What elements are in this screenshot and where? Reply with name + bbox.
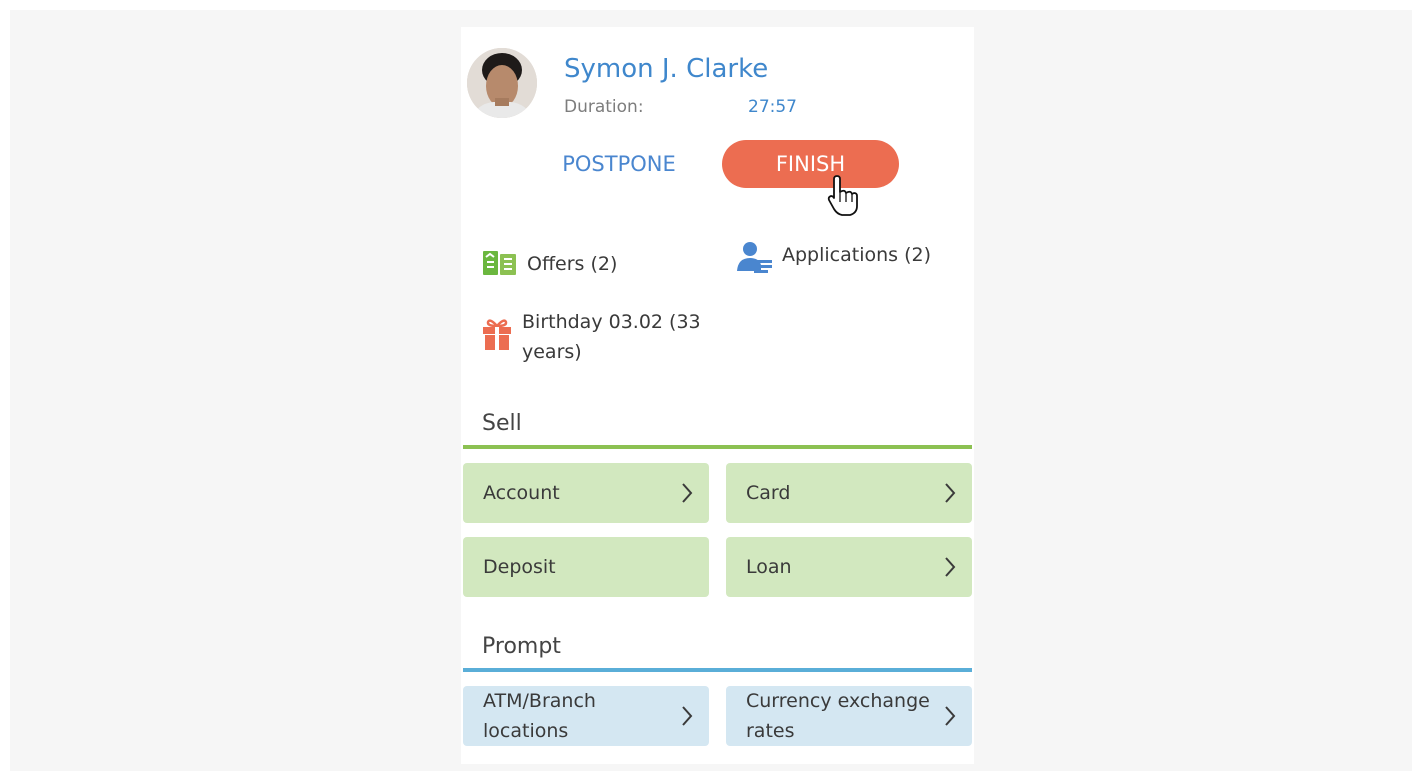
- prompt-tile-currency-rates[interactable]: Currency exchange rates: [726, 686, 972, 746]
- offers-label: Offers (2): [527, 253, 618, 275]
- prompt-tile-label: ATM/Branch locations: [483, 686, 596, 746]
- sell-section-title: Sell: [482, 411, 522, 436]
- prompt-tile-atm-branch[interactable]: ATM/Branch locations: [463, 686, 709, 746]
- applications-link[interactable]: Applications (2): [737, 240, 931, 274]
- sell-tile-account[interactable]: Account: [463, 463, 709, 523]
- birthday-info: Birthday 03.02 (33 years): [481, 307, 701, 367]
- sell-tile-label: Deposit: [483, 556, 556, 578]
- sell-tile-label: Account: [483, 482, 560, 504]
- communication-panel: Symon J. Clarke Duration: 27:57 POSTPONE…: [461, 27, 974, 764]
- contact-avatar: [467, 48, 537, 118]
- sell-tile-card[interactable]: Card: [726, 463, 972, 523]
- postpone-button[interactable]: POSTPONE: [543, 140, 695, 188]
- gift-icon: [483, 319, 511, 350]
- prompt-tile-label: Currency exchange rates: [746, 686, 930, 746]
- contact-name[interactable]: Symon J. Clarke: [564, 54, 768, 84]
- chevron-right-icon: [945, 557, 956, 577]
- hand-pointer-icon: [827, 175, 858, 216]
- sell-tile-label: Loan: [746, 556, 792, 578]
- sell-tile-deposit[interactable]: Deposit: [463, 537, 709, 597]
- duration-label: Duration:: [564, 97, 644, 117]
- offers-icon: [483, 251, 516, 275]
- prompt-tile-line-2: locations: [483, 720, 569, 742]
- prompt-tile-line-2: rates: [746, 720, 795, 742]
- prompt-tile-line-1: ATM/Branch: [483, 690, 596, 712]
- birthday-label: Birthday 03.02 (33 years): [522, 307, 701, 367]
- prompt-section-title: Prompt: [482, 634, 561, 659]
- chevron-right-icon: [945, 483, 956, 503]
- applications-icon: [737, 242, 772, 273]
- chevron-right-icon: [682, 483, 693, 503]
- prompt-tile-line-1: Currency exchange: [746, 690, 930, 712]
- sell-tile-loan[interactable]: Loan: [726, 537, 972, 597]
- sell-divider: [463, 445, 972, 449]
- duration-timer: 27:57: [748, 97, 797, 117]
- avatar-photo: [467, 48, 537, 118]
- birthday-line-2: years): [522, 341, 582, 363]
- birthday-line-1: Birthday 03.02 (33: [522, 311, 701, 333]
- applications-label: Applications (2): [782, 244, 932, 266]
- chevron-right-icon: [682, 706, 693, 726]
- finish-button[interactable]: FINISH: [722, 140, 899, 188]
- prompt-divider: [463, 668, 972, 672]
- offers-link[interactable]: Offers (2): [482, 249, 617, 279]
- chevron-right-icon: [945, 706, 956, 726]
- sell-tile-label: Card: [746, 482, 791, 504]
